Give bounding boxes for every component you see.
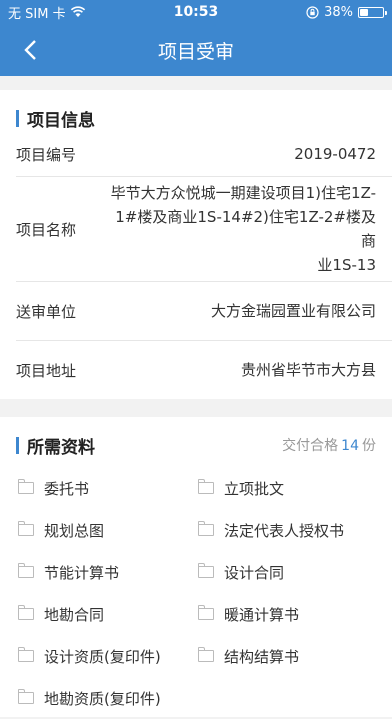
document-item[interactable]: 设计资质(复印件) xyxy=(18,635,198,677)
rotation-lock-icon xyxy=(306,5,319,19)
section-gap xyxy=(0,399,392,417)
materials-header: 所需资料 交付合格 14 份 xyxy=(0,417,392,467)
back-button[interactable] xyxy=(10,24,50,76)
document-item[interactable]: 暖通计算书 xyxy=(198,593,376,635)
submitting-unit-label: 送审单位 xyxy=(16,302,77,321)
document-item[interactable]: 法定代表人授权书 xyxy=(198,509,376,551)
document-item[interactable]: 设计合同 xyxy=(198,551,376,593)
folder-icon xyxy=(198,479,214,494)
document-label: 法定代表人授权书 xyxy=(224,521,345,540)
folder-icon xyxy=(18,563,34,578)
folder-icon xyxy=(18,521,34,536)
document-label: 地勘资质(复印件) xyxy=(44,689,161,708)
folder-icon xyxy=(198,563,214,578)
document-label: 设计合同 xyxy=(224,563,285,582)
submitting-unit-row: 送审单位 大方金瑞园置业有限公司 xyxy=(16,282,392,341)
document-item[interactable]: 委托书 xyxy=(18,467,198,509)
carrier-label: 无 SIM 卡 xyxy=(8,6,66,22)
document-label: 节能计算书 xyxy=(44,563,120,582)
status-right: 38% xyxy=(306,4,387,20)
project-info-title: 项目信息 xyxy=(27,110,95,131)
document-label: 立项批文 xyxy=(224,479,285,498)
battery-icon xyxy=(358,6,387,18)
project-address-row: 项目地址 贵州省毕节市大方县 xyxy=(16,341,392,399)
document-item[interactable]: 地勘合同 xyxy=(18,593,198,635)
project-name-line: 1#楼及商业1S-14#2)住宅1Z-2#楼及商 xyxy=(115,208,376,250)
project-number-value: 2019-0472 xyxy=(294,145,376,163)
back-arrow-icon xyxy=(24,40,36,60)
document-label: 设计资质(复印件) xyxy=(44,647,161,666)
wifi-icon xyxy=(70,6,85,17)
document-label: 规划总图 xyxy=(44,521,105,540)
summary-suffix: 份 xyxy=(362,438,376,454)
document-item[interactable]: 节能计算书 xyxy=(18,551,198,593)
battery-fill xyxy=(360,8,369,16)
materials-card: 所需资料 交付合格 14 份 委托书 立项批文 规划总图 法定代表人授权书 节能计算… xyxy=(0,417,392,717)
document-label: 结构结算书 xyxy=(224,647,300,666)
document-label: 地勘合同 xyxy=(44,605,105,624)
project-address-label: 项目地址 xyxy=(16,361,77,380)
project-name-line: 毕节大方众悦城一期建设项目1)住宅1Z- xyxy=(110,184,376,202)
folder-icon xyxy=(198,605,214,620)
project-name-row: 项目名称 毕节大方众悦城一期建设项目1)住宅1Z- 1#楼及商业1S-14#2)… xyxy=(16,177,392,282)
project-name-label: 项目名称 xyxy=(16,220,77,239)
document-item[interactable]: 立项批文 xyxy=(198,467,376,509)
document-item[interactable]: 规划总图 xyxy=(18,509,198,551)
folder-icon xyxy=(18,479,34,494)
project-address-value: 贵州省毕节市大方县 xyxy=(240,361,376,379)
status-bar: 无 SIM 卡 10:53 38% xyxy=(0,0,392,24)
section-marker xyxy=(16,109,19,127)
folder-icon xyxy=(18,605,34,620)
status-left: 无 SIM 卡 xyxy=(8,3,86,22)
battery-percent: 38% xyxy=(324,4,353,20)
materials-title: 所需资料 xyxy=(27,437,95,458)
nav-bar: 项目受审 xyxy=(0,24,392,76)
project-name-line: 业1S-13 xyxy=(317,256,376,274)
project-number-label: 项目编号 xyxy=(16,145,77,164)
section-marker xyxy=(16,436,19,454)
submitting-unit-value: 大方金瑞园置业有限公司 xyxy=(210,302,376,320)
project-info-card: 项目信息 项目编号 2019-0472 项目名称 毕节大方众悦城一期建设项目1)… xyxy=(0,90,392,399)
document-item[interactable]: 地勘资质(复印件) xyxy=(18,677,198,719)
summary-prefix: 交付合格 xyxy=(282,438,339,454)
document-item[interactable]: 结构结算书 xyxy=(198,635,376,677)
summary-count: 14 xyxy=(341,438,359,454)
document-label: 暖通计算书 xyxy=(224,605,300,624)
project-name-value: 毕节大方众悦城一期建设项目1)住宅1Z- 1#楼及商业1S-14#2)住宅1Z-… xyxy=(106,181,376,277)
materials-summary: 交付合格 14 份 xyxy=(282,435,376,455)
spacer xyxy=(0,76,392,90)
folder-icon xyxy=(18,647,34,662)
project-number-row: 项目编号 2019-0472 xyxy=(16,132,392,177)
folder-icon xyxy=(18,689,34,704)
materials-list: 委托书 立项批文 规划总图 法定代表人授权书 节能计算书 设计合同 地勘合同 暖… xyxy=(0,467,392,719)
folder-icon xyxy=(198,521,214,536)
document-label: 委托书 xyxy=(44,479,90,498)
folder-icon xyxy=(198,647,214,662)
page-title: 项目受审 xyxy=(157,40,234,63)
